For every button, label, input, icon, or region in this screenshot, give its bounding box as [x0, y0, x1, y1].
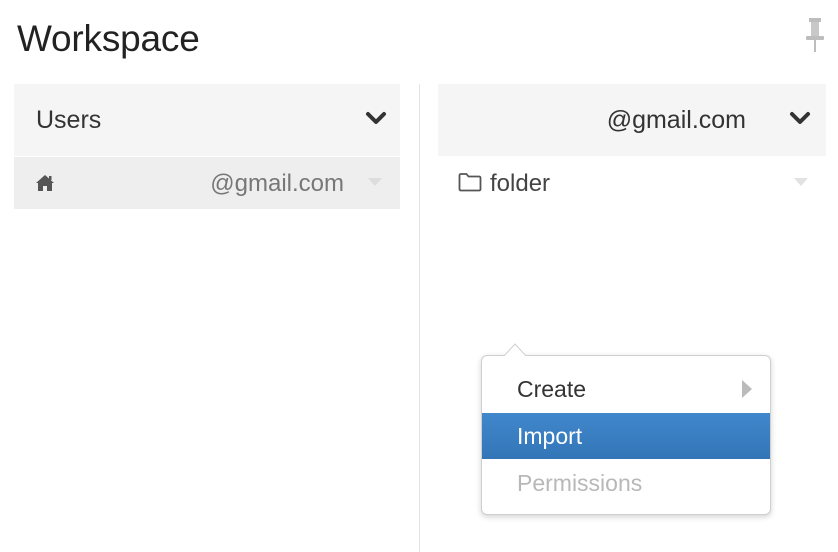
list-item-folder[interactable]: folder — [438, 157, 826, 209]
users-column-title: Users — [36, 106, 102, 134]
users-column-header[interactable]: Users — [14, 84, 400, 156]
menu-item-permissions-label: Permissions — [517, 470, 643, 496]
context-menu: Create Import Permissions — [481, 343, 771, 515]
folder-icon — [458, 173, 482, 192]
chevron-down-icon[interactable] — [365, 111, 387, 127]
column-divider — [419, 84, 420, 552]
user-email: @gmail.com — [210, 170, 344, 197]
menu-item-permissions: Permissions — [482, 460, 770, 506]
page-title: Workspace — [17, 18, 200, 59]
user-folder-column-header[interactable]: @gmail.com — [438, 84, 826, 156]
menu-item-import-label: Import — [517, 423, 583, 449]
menu-pointer — [503, 343, 527, 357]
menu-item-create-label: Create — [517, 376, 587, 402]
home-icon — [36, 175, 54, 191]
caret-down-icon[interactable] — [368, 178, 382, 186]
pin-icon[interactable] — [800, 14, 830, 58]
chevron-down-icon[interactable] — [789, 111, 811, 127]
menu-item-import[interactable]: Import — [482, 413, 770, 459]
caret-down-icon[interactable] — [794, 178, 808, 186]
folder-name: folder — [490, 170, 551, 197]
list-item-user-home[interactable]: @gmail.com — [14, 157, 400, 209]
workspace-page: Workspace Users @gmail.com @gmail.com fo… — [0, 0, 838, 552]
chevron-right-icon — [742, 380, 752, 398]
folder-column-title: @gmail.com — [606, 106, 746, 134]
menu-item-create[interactable]: Create — [482, 366, 770, 412]
